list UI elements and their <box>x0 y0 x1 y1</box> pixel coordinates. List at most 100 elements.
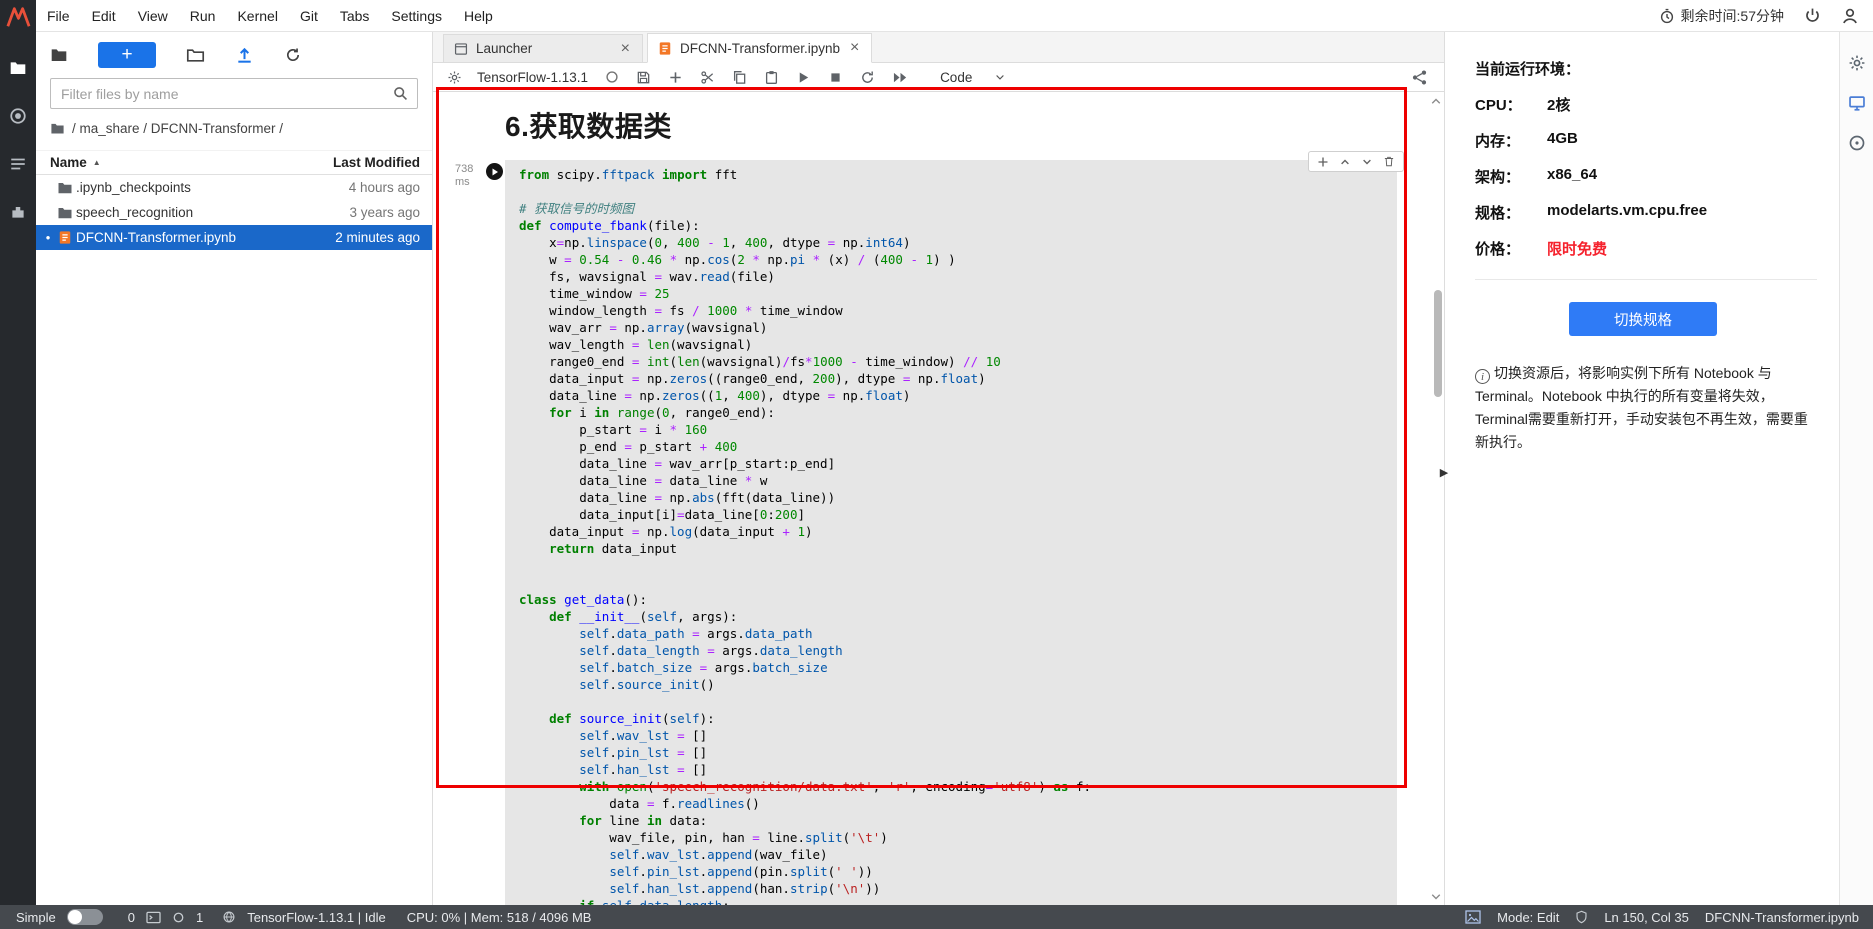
remaining-time-label: 剩余时间:57分钟 <box>1680 7 1784 24</box>
environment-panel: 当前运行环境： CPU： 2核 内存： 4GB 架构： x86_64 规格： modelart… <box>1444 32 1839 905</box>
refresh-icon[interactable] <box>284 46 302 64</box>
code-line: data_line = np.abs(fft(data_line)) <box>519 490 836 505</box>
mode-indicator[interactable]: Mode: Edit <box>1497 910 1559 925</box>
code-line: fs, wavsignal = wav.read(file) <box>519 269 775 284</box>
code-line: for i in range(0, range0_end): <box>549 405 775 420</box>
code-line: # 获取信号的时频图 <box>519 201 635 216</box>
restart-run-all-icon[interactable] <box>892 70 909 85</box>
markdown-heading[interactable]: 6.获取数据类 <box>505 105 1444 145</box>
modelarts-logo <box>5 5 31 29</box>
user-icon[interactable] <box>1841 7 1859 25</box>
upload-icon[interactable] <box>235 46 254 65</box>
panel-collapse-handle[interactable]: ▶ <box>1437 458 1451 486</box>
file-row-DFCNN-Transformer.ipynb[interactable]: ● DFCNN-Transformer.ipynb 2 minutes ago <box>36 225 432 250</box>
menu-run[interactable]: Run <box>179 0 227 32</box>
restart-kernel-icon[interactable] <box>860 70 875 85</box>
close-icon[interactable]: × <box>848 40 861 56</box>
table-of-contents-icon[interactable] <box>9 155 27 173</box>
stop-kernel-icon[interactable] <box>828 70 843 85</box>
kernel-status-text[interactable]: TensorFlow-1.13.1 | Idle <box>247 910 386 925</box>
file-list-header: Name ▲ Last Modified <box>36 150 432 175</box>
monitor-icon[interactable] <box>1848 94 1866 112</box>
running-sessions-icon[interactable] <box>9 107 27 125</box>
spec-label: CPU： <box>1475 97 1522 114</box>
run-cell-button[interactable] <box>486 163 503 180</box>
tab-launcher[interactable]: Launcher × <box>443 34 643 62</box>
insert-cell-icon[interactable] <box>1317 156 1329 168</box>
copy-cells-icon[interactable] <box>732 70 747 85</box>
menu-settings[interactable]: Settings <box>380 0 453 32</box>
gear-icon[interactable] <box>447 70 462 85</box>
chevron-down-icon <box>994 71 1006 83</box>
main-dock-panel: Launcher × DFCNN-Transformer.ipynb × Tensor… <box>433 32 1444 905</box>
code-line: window_length = fs / 1000 * time_window <box>519 303 843 318</box>
filter-files-input[interactable] <box>50 78 418 109</box>
cut-cells-icon[interactable] <box>700 70 715 85</box>
code-line: return data_input <box>549 541 678 556</box>
cursor-position[interactable]: Ln 150, Col 35 <box>1604 910 1689 925</box>
tab-dfcnn-transformer-ipynb[interactable]: DFCNN-Transformer.ipynb × <box>647 33 873 63</box>
image-icon[interactable] <box>1465 910 1481 924</box>
extensions-icon[interactable] <box>9 203 27 221</box>
menubar-right: 剩余时间:57分钟 <box>1659 6 1873 26</box>
delete-cell-icon[interactable] <box>1383 155 1395 168</box>
shield-icon <box>1575 910 1588 924</box>
new-folder-icon[interactable] <box>186 46 205 65</box>
menu-bar: File Edit View Run Kernel Git Tabs Settings Help… <box>36 0 1873 32</box>
menu-edit[interactable]: Edit <box>81 0 127 32</box>
sort-asc-icon[interactable]: ▲ <box>93 158 101 167</box>
code-line: data_line = np.zeros((1, 400), dtype = n… <box>519 388 911 403</box>
column-name[interactable]: Name <box>50 155 87 170</box>
cell-gutter: 738 ms <box>449 160 505 905</box>
code-line: self.batch_size = args.batch_size <box>579 660 828 675</box>
terminals-count: 0 <box>127 909 135 925</box>
code-line: self.pin_lst.append(pin.split(' ')) <box>609 864 873 879</box>
code-line: data_input = np.zeros((range0_end, 200),… <box>519 371 986 386</box>
cell-type-dropdown[interactable]: Code <box>940 70 1006 85</box>
menu-view[interactable]: View <box>127 0 179 32</box>
save-icon[interactable] <box>636 70 651 85</box>
settings-gear-icon[interactable] <box>1848 54 1866 72</box>
menu-help[interactable]: Help <box>453 0 504 32</box>
close-icon[interactable]: × <box>619 40 632 56</box>
file-row-.ipynb_checkpoints[interactable]: .ipynb_checkpoints 4 hours ago <box>36 175 432 200</box>
help-circle-icon[interactable] <box>1848 134 1866 152</box>
file-modified: 3 years ago <box>349 205 420 220</box>
code-line: self.wav_lst.append(wav_file) <box>609 847 828 862</box>
menu-git[interactable]: Git <box>289 0 329 32</box>
spec-row: 架构： x86_64 <box>1475 166 1811 187</box>
code-line: def __init__(self, args): <box>549 609 738 624</box>
file-browser-panel: + / ma_share / DFCNN-Transformer / Name … <box>36 32 433 905</box>
add-cell-icon[interactable] <box>668 70 683 85</box>
code-line: data_input = np.log(data_input + 1) <box>519 524 813 539</box>
scroll-up-icon[interactable] <box>1430 96 1442 106</box>
menu-file[interactable]: File <box>36 0 81 32</box>
file-row-speech_recognition[interactable]: speech_recognition 3 years ago <box>36 200 432 225</box>
scrollbar-thumb[interactable] <box>1434 290 1442 397</box>
simple-mode-toggle[interactable] <box>66 909 103 925</box>
new-launcher-button[interactable]: + <box>98 42 156 68</box>
code-line: class get_data(): <box>519 592 647 607</box>
menu-kernel[interactable]: Kernel <box>226 0 288 32</box>
code-line: wav_arr = np.array(wavsignal) <box>519 320 768 335</box>
code-editor[interactable]: from scipy.fftpack import fft # 获取信号的时频图… <box>505 160 1397 905</box>
menu-tabs[interactable]: Tabs <box>329 0 381 32</box>
share-icon[interactable] <box>1411 69 1428 86</box>
simple-mode-label: Simple <box>16 909 56 925</box>
file-browser-icon[interactable] <box>9 59 27 77</box>
kernel-name[interactable]: TensorFlow-1.13.1 <box>477 70 588 85</box>
terminal-icon <box>146 911 161 924</box>
switch-spec-button[interactable]: 切换规格 <box>1569 302 1717 336</box>
run-cell-icon[interactable] <box>796 70 811 85</box>
environment-title: 当前运行环境： <box>1475 61 1581 78</box>
cell-type-value: Code <box>940 69 973 85</box>
power-icon[interactable] <box>1804 7 1821 24</box>
scroll-down-icon[interactable] <box>1430 892 1442 902</box>
move-cell-up-icon[interactable] <box>1339 156 1351 168</box>
paste-cells-icon[interactable] <box>764 70 779 85</box>
column-last-modified[interactable]: Last Modified <box>333 155 420 170</box>
breadcrumb[interactable]: / ma_share / DFCNN-Transformer / <box>50 121 418 136</box>
move-cell-down-icon[interactable] <box>1361 156 1373 168</box>
clock-icon <box>1659 8 1675 24</box>
